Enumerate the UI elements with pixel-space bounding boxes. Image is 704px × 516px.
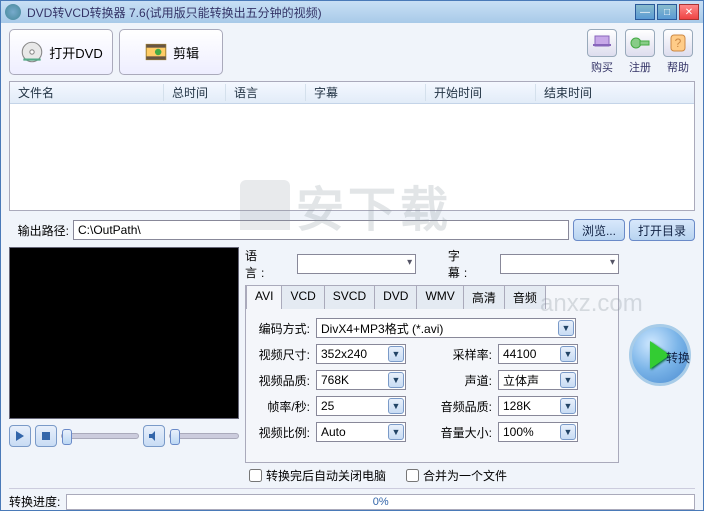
chevron-down-icon: ▼ (560, 346, 576, 362)
play-icon (15, 431, 25, 441)
app-icon (5, 4, 21, 20)
cart-icon (592, 34, 612, 52)
language-combo[interactable] (297, 254, 416, 274)
channel-combo[interactable]: 立体声▼ (498, 370, 578, 390)
file-list-table[interactable]: 文件名 总时间 语言 字幕 开始时间 结束时间 (9, 81, 695, 211)
language-label: 语 言: (245, 247, 291, 281)
dvd-icon (19, 39, 45, 65)
col-language[interactable]: 语言 (226, 84, 306, 101)
buy-button[interactable]: 购买 (585, 29, 619, 75)
convert-button[interactable]: 转换 (629, 324, 691, 386)
ratio-combo[interactable]: Auto▼ (316, 422, 406, 442)
encoder-label: 编码方式: (256, 320, 310, 337)
tab-avi[interactable]: AVI (246, 285, 282, 309)
video-size-combo[interactable]: 352x240▼ (316, 344, 406, 364)
edit-label: 剪辑 (173, 43, 199, 62)
tab-hd[interactable]: 高清 (463, 285, 505, 309)
sample-rate-label: 采样率: (438, 346, 492, 363)
tab-audio[interactable]: 音频 (504, 285, 546, 309)
maximize-button[interactable]: □ (657, 4, 677, 20)
encoder-combo[interactable]: DivX4+MP3格式 (*.avi)▼ (316, 318, 576, 338)
seek-slider[interactable] (61, 433, 139, 439)
ratio-label: 视频比例: (256, 424, 310, 441)
tab-dvd[interactable]: DVD (374, 285, 417, 309)
subtitle-combo[interactable] (500, 254, 619, 274)
video-preview (9, 247, 239, 419)
svg-text:?: ? (675, 36, 682, 50)
fps-combo[interactable]: 25▼ (316, 396, 406, 416)
chevron-down-icon: ▼ (560, 372, 576, 388)
channel-label: 声道: (438, 372, 492, 389)
output-path-input[interactable] (73, 220, 569, 240)
window-title: DVD转VCD转换器 7.6(试用版只能转换出五分钟的视频) (27, 4, 635, 21)
chevron-down-icon: ▼ (558, 320, 574, 336)
tab-wmv[interactable]: WMV (416, 285, 463, 309)
chevron-down-icon: ▼ (388, 398, 404, 414)
titlebar: DVD转VCD转换器 7.6(试用版只能转换出五分钟的视频) — □ ✕ (1, 1, 703, 23)
table-header: 文件名 总时间 语言 字幕 开始时间 结束时间 (10, 82, 694, 104)
col-start[interactable]: 开始时间 (426, 84, 536, 101)
stop-icon (41, 431, 51, 441)
register-button[interactable]: 注册 (623, 29, 657, 75)
filmstrip-icon (143, 39, 169, 65)
fps-label: 帧率/秒: (256, 398, 310, 415)
video-quality-label: 视频品质: (256, 372, 310, 389)
sample-rate-combo[interactable]: 44100▼ (498, 344, 578, 364)
shutdown-checkbox[interactable]: 转换完后自动关闭电脑 (249, 467, 386, 484)
tab-svcd[interactable]: SVCD (324, 285, 375, 309)
audio-quality-label: 音频品质: (438, 398, 492, 415)
tab-vcd[interactable]: VCD (281, 285, 324, 309)
edit-button[interactable]: 剪辑 (119, 29, 223, 75)
chevron-down-icon: ▼ (388, 372, 404, 388)
volume-combo[interactable]: 100%▼ (498, 422, 578, 442)
volume-slider[interactable] (169, 433, 239, 439)
key-icon (630, 34, 650, 52)
video-size-label: 视频尺寸: (256, 346, 310, 363)
merge-checkbox[interactable]: 合并为一个文件 (406, 467, 507, 484)
subtitle-label: 字 幕: (448, 247, 494, 281)
col-end[interactable]: 结束时间 (536, 84, 694, 101)
stop-button[interactable] (35, 425, 57, 447)
help-button[interactable]: ? 帮助 (661, 29, 695, 75)
chevron-down-icon: ▼ (388, 346, 404, 362)
col-filename[interactable]: 文件名 (10, 84, 164, 101)
minimize-button[interactable]: — (635, 4, 655, 20)
browse-button[interactable]: 浏览... (573, 219, 625, 241)
col-duration[interactable]: 总时间 (164, 84, 226, 101)
chevron-down-icon: ▼ (560, 398, 576, 414)
output-path-label: 输出路径: (9, 222, 69, 239)
open-dvd-button[interactable]: 打开DVD (9, 29, 113, 75)
help-icon: ? (668, 34, 688, 52)
open-dir-button[interactable]: 打开目录 (629, 219, 695, 241)
progress-label: 转换进度: (9, 493, 60, 510)
chevron-down-icon: ▼ (560, 424, 576, 440)
video-quality-combo[interactable]: 768K▼ (316, 370, 406, 390)
volume-button[interactable] (143, 425, 165, 447)
open-dvd-label: 打开DVD (49, 43, 102, 62)
chevron-down-icon: ▼ (388, 424, 404, 440)
convert-label: 转换 (666, 349, 690, 366)
play-button[interactable] (9, 425, 31, 447)
progress-bar: 0% (66, 494, 695, 510)
close-button[interactable]: ✕ (679, 4, 699, 20)
audio-quality-combo[interactable]: 128K▼ (498, 396, 578, 416)
col-subtitle[interactable]: 字幕 (306, 84, 426, 101)
speaker-icon (148, 431, 160, 441)
volume-label: 音量大小: (438, 424, 492, 441)
